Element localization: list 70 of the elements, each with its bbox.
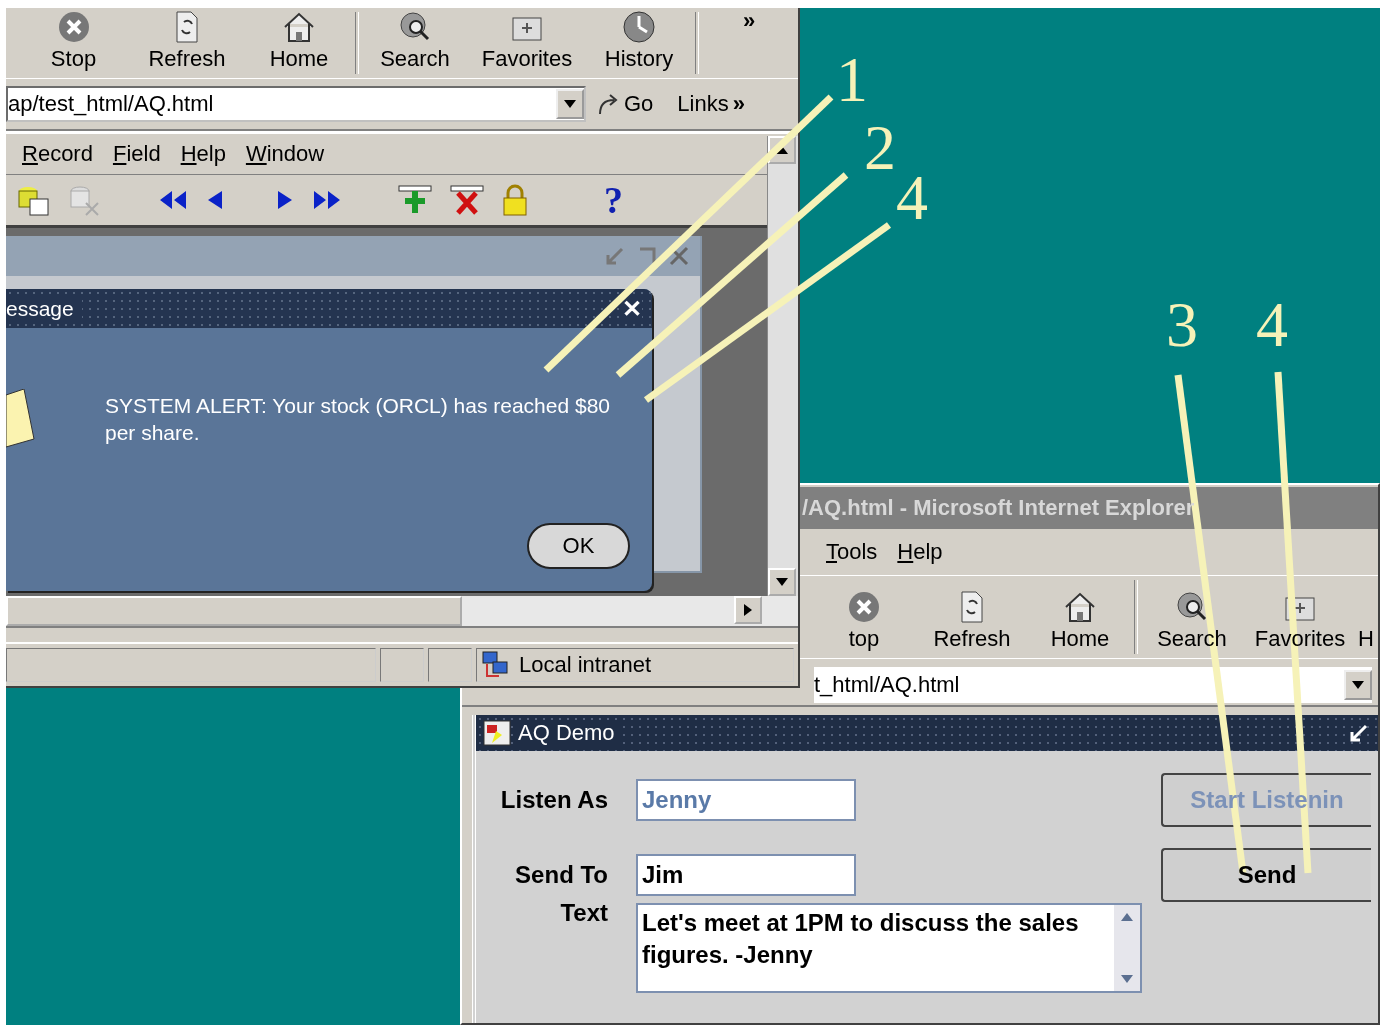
toolbar-button[interactable]: Favorites	[471, 8, 583, 78]
scrollbar-thumb[interactable]	[6, 596, 462, 626]
toolbar-button[interactable]: Search	[1138, 576, 1246, 658]
stop-icon	[847, 590, 881, 624]
caret-right-icon[interactable]	[276, 189, 294, 211]
address-field[interactable]: t_html/AQ.html	[814, 667, 1372, 703]
add-record-icon[interactable]	[398, 185, 432, 215]
network-icon	[481, 650, 511, 680]
toolbar-button[interactable]: top	[810, 576, 918, 658]
arrow-icon	[596, 92, 620, 116]
alert-message: SYSTEM ALERT: Your stock (ORCL) has reached $80 per share.	[105, 393, 612, 446]
toolbar-button[interactable]: History	[583, 8, 695, 78]
more-chevron[interactable]: »	[743, 8, 756, 78]
menu-item[interactable]: Tools	[826, 539, 878, 565]
caret-down-icon	[564, 100, 576, 108]
annotation-number: 4	[896, 166, 928, 230]
menu-item[interactable]: Field	[112, 141, 161, 167]
status-panel	[428, 648, 472, 682]
toolbar-button[interactable]: H	[1354, 576, 1378, 658]
annotation-number: 4	[1256, 293, 1288, 357]
field-label: Text	[560, 899, 608, 927]
go-button[interactable]: Go	[596, 91, 654, 117]
last-record-icon[interactable]	[312, 189, 342, 211]
input-field[interactable]: Jenny	[636, 779, 856, 821]
help-button[interactable]: ?	[604, 178, 623, 222]
menu-item[interactable]: Window	[245, 141, 325, 167]
message-text: Let's meet at 1PM to discuss the sales figures. -Jenny	[641, 908, 1080, 970]
scroll-down-button[interactable]	[768, 568, 796, 596]
delete-record-icon[interactable]	[450, 185, 484, 215]
toolbar-button[interactable]: Stop	[16, 8, 131, 78]
close-icon[interactable]	[668, 245, 690, 267]
annotation-number: 3	[1166, 293, 1198, 357]
status-panel	[380, 648, 424, 682]
caret-left-icon[interactable]	[206, 189, 224, 211]
input-field[interactable]: Jim	[636, 854, 856, 896]
address-field[interactable]: ap/test_html/AQ.html	[6, 86, 586, 122]
menu-item[interactable]: Record	[22, 141, 93, 167]
stop-icon	[56, 10, 91, 44]
menu-item[interactable]: Help	[180, 141, 226, 167]
note-icon	[6, 389, 36, 449]
annotation-number: 2	[864, 116, 896, 180]
toolbar-button[interactable]: Home	[243, 8, 355, 78]
toolbar-button[interactable]: Home	[1026, 576, 1134, 658]
links-button[interactable]: Links »	[677, 91, 745, 117]
clock-icon	[622, 10, 656, 44]
caret-down-icon	[776, 578, 788, 586]
scroll-right-button[interactable]	[734, 596, 762, 624]
toolbar-button[interactable]: Refresh	[918, 576, 1026, 658]
text-area[interactable]: Let's meet at 1PM to discuss the sales figures. -Jenny	[636, 903, 1142, 993]
caret-right-icon	[744, 604, 752, 616]
dropdown-button[interactable]	[1344, 670, 1372, 700]
annotation-number: 1	[836, 48, 868, 112]
field-label: Listen As	[500, 786, 608, 814]
toolbar-button[interactable]: Refresh	[131, 8, 243, 78]
caret-down-icon	[1352, 681, 1364, 689]
caret-up-icon	[776, 146, 788, 154]
home-icon	[1063, 590, 1097, 624]
dropdown-button[interactable]	[556, 89, 584, 119]
lock-icon[interactable]	[502, 184, 528, 216]
zone-label: Local intranet	[519, 652, 652, 678]
field-label: Send To	[515, 861, 608, 889]
ok-button[interactable]: OK	[527, 523, 630, 569]
send-button[interactable]: Send	[1161, 848, 1371, 902]
menu-item[interactable]: Help	[897, 539, 943, 565]
home-icon	[282, 10, 316, 44]
minimize-icon[interactable]	[1348, 722, 1370, 744]
toolbar-button[interactable]: Favorites	[1246, 576, 1354, 658]
first-record-icon[interactable]	[158, 189, 188, 211]
app-icon	[482, 719, 512, 747]
toolbar-button[interactable]: Search	[359, 8, 471, 78]
